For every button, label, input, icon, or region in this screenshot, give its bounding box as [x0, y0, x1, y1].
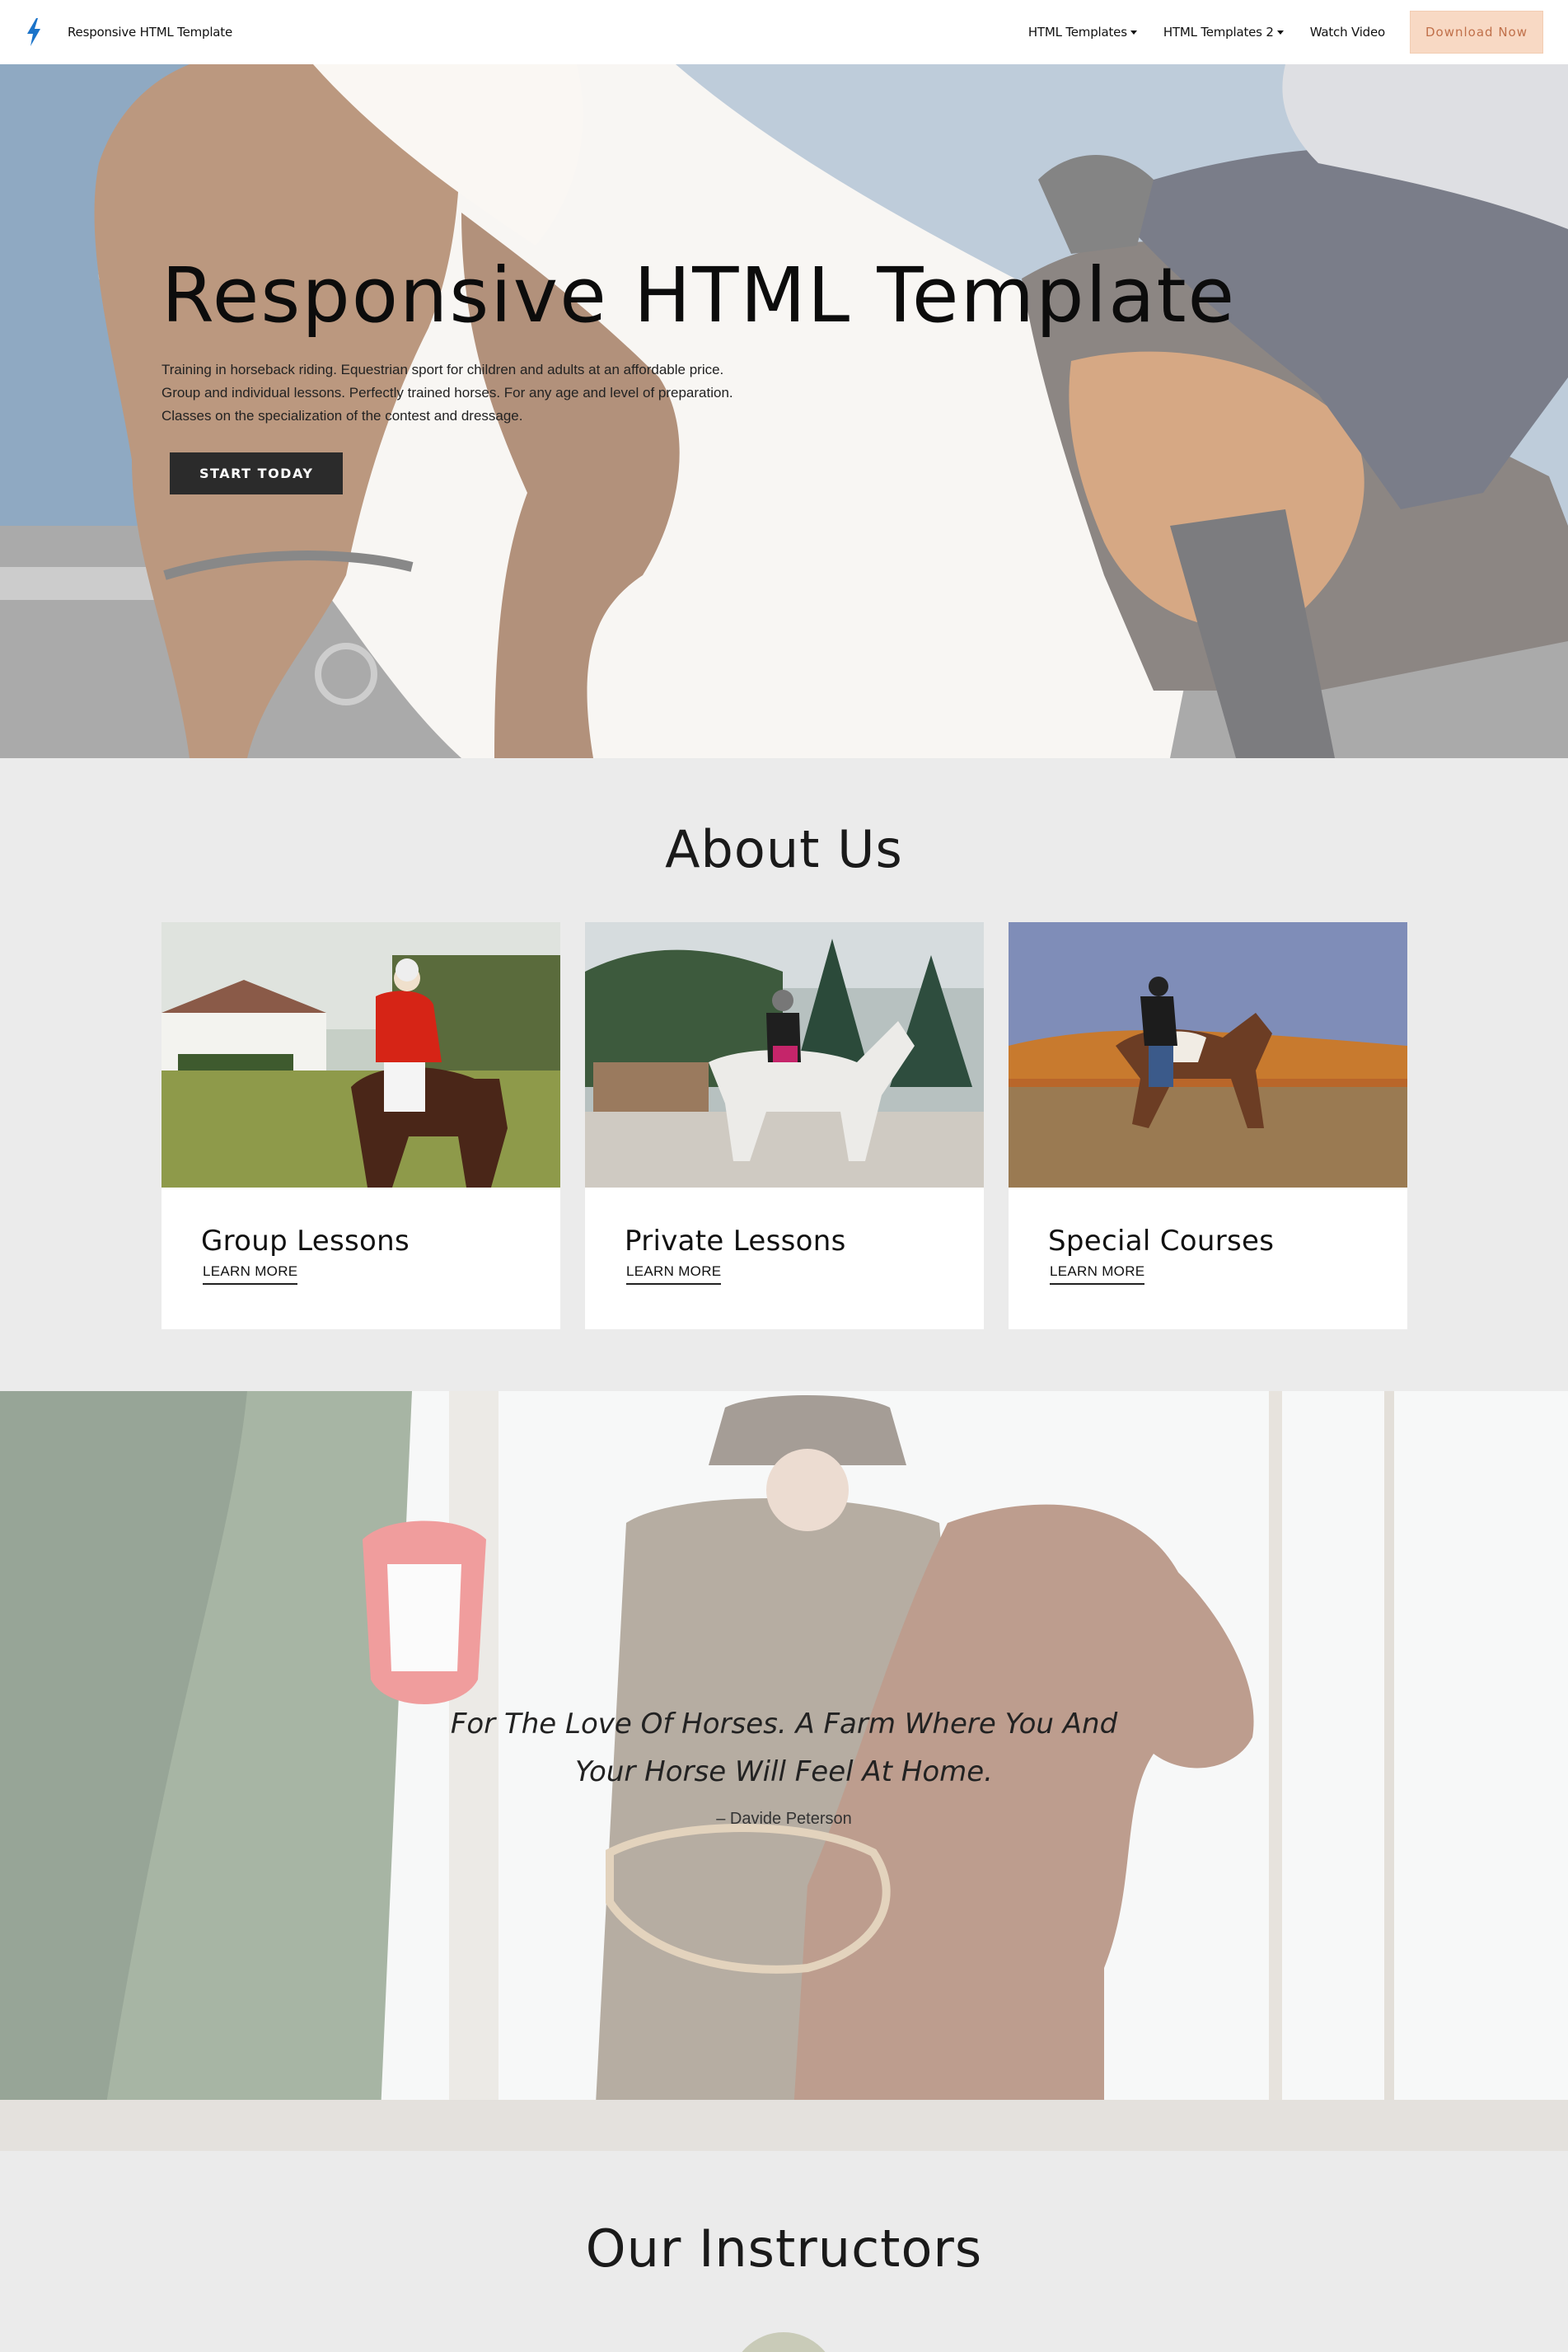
about-title: About Us [665, 819, 903, 879]
nav-html-templates-2-label: HTML Templates 2 [1163, 25, 1274, 40]
quote-author: – Davide Peterson [716, 1810, 852, 1828]
learn-more-link[interactable]: LEARN MORE [1050, 1263, 1145, 1285]
hero-description-line: Training in horseback riding. Equestrian… [161, 362, 724, 377]
card-body: Private Lessons LEARN MORE [585, 1188, 984, 1285]
nav-links: HTML Templates HTML Templates 2 Watch Vi… [1002, 11, 1543, 54]
hero-description: Training in horseback riding. Equestrian… [161, 358, 821, 428]
chevron-down-icon [1130, 30, 1137, 35]
nav-html-templates-2[interactable]: HTML Templates 2 [1163, 25, 1284, 40]
card-title: Group Lessons [201, 1225, 410, 1258]
quote-line: Your Horse Will Feel At Home. [575, 1755, 993, 1788]
quote-line: For The Love Of Horses. A Farm Where You… [450, 1708, 1118, 1741]
hero-description-line: Group and individual lessons. Perfectly … [161, 385, 733, 401]
special-courses-image [1009, 922, 1407, 1188]
card-body: Group Lessons LEARN MORE [161, 1188, 560, 1285]
instructors-title: Our Instructors [585, 2218, 983, 2279]
nav-watch-video[interactable]: Watch Video [1310, 25, 1385, 40]
card-group-lessons: Group Lessons LEARN MORE [161, 922, 560, 1329]
card-private-lessons: Private Lessons LEARN MORE [585, 922, 984, 1329]
hero-content: Responsive HTML Template Training in hor… [161, 258, 1397, 494]
hero-description-line: Classes on the specialization of the con… [161, 408, 523, 424]
hero-title: Responsive HTML Template [161, 251, 1237, 340]
quote-text: For The Love Of Horses. A Farm Where You… [0, 1700, 1568, 1796]
instructor-avatar [730, 2332, 837, 2352]
about-section: About Us Group Lessons LEARN MORE Privat… [0, 758, 1568, 1391]
card-title: Special Courses [1048, 1225, 1275, 1258]
chevron-down-icon [1276, 30, 1284, 35]
private-lessons-image [585, 922, 984, 1188]
start-today-button[interactable]: START TODAY [170, 452, 344, 494]
lightning-bolt-icon[interactable] [25, 18, 43, 46]
download-now-button[interactable]: Download Now [1410, 11, 1543, 54]
about-cards: Group Lessons LEARN MORE Private Lessons [161, 922, 1407, 1329]
brand-title[interactable]: Responsive HTML Template [68, 25, 232, 40]
nav-watch-video-label: Watch Video [1309, 25, 1385, 40]
group-lessons-image [161, 922, 560, 1188]
instructors-section: Our Instructors [0, 2151, 1568, 2352]
quote-section: For The Love Of Horses. A Farm Where You… [0, 1391, 1568, 2151]
navbar: Responsive HTML Template HTML Templates … [0, 0, 1568, 64]
hero-section: Responsive HTML Template Training in hor… [0, 64, 1568, 758]
card-title: Private Lessons [625, 1225, 846, 1258]
nav-html-templates-label: HTML Templates [1027, 25, 1127, 40]
learn-more-link[interactable]: LEARN MORE [626, 1263, 722, 1285]
learn-more-link[interactable]: LEARN MORE [203, 1263, 298, 1285]
card-body: Special Courses LEARN MORE [1009, 1188, 1407, 1285]
card-special-courses: Special Courses LEARN MORE [1009, 922, 1407, 1329]
nav-html-templates[interactable]: HTML Templates [1028, 25, 1137, 40]
